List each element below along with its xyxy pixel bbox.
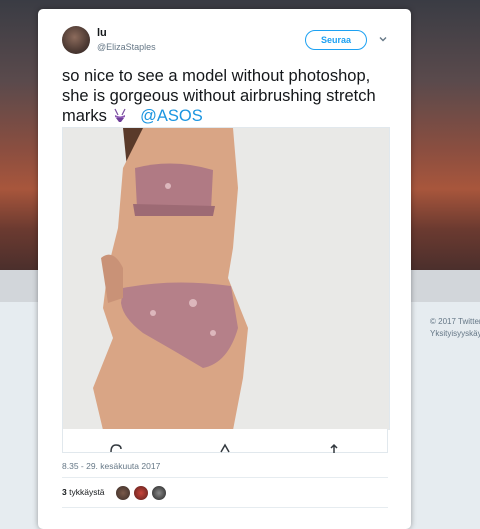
tweet-photo[interactable]: [62, 127, 390, 430]
follow-button[interactable]: Seuraa: [305, 30, 367, 50]
retweet-icon[interactable]: [219, 443, 233, 453]
likes-summary[interactable]: 3 tykkäystä: [62, 487, 105, 497]
divider: [62, 507, 388, 508]
page-footer: © 2017 Twitter Yksityisyyskäyt...: [430, 316, 480, 340]
photo-action-bar: [62, 429, 388, 453]
bikini-emoji-icon: [113, 108, 126, 122]
author-handle[interactable]: @ElizaStaples: [97, 42, 156, 52]
footer-copyright: © 2017 Twitter: [430, 317, 480, 326]
footer-privacy-link[interactable]: Yksityisyyskäyt...: [430, 328, 480, 340]
avatar[interactable]: [62, 26, 90, 54]
mention-link[interactable]: @ASOS: [140, 107, 203, 125]
avatar[interactable]: [115, 485, 131, 501]
tweet-text: so nice to see a model without photoshop…: [62, 66, 392, 126]
photo-illustration: [63, 128, 389, 430]
likes-count: 3: [62, 487, 67, 497]
tweet-modal: lu @ElizaStaples Seuraa so nice to see a…: [38, 9, 411, 529]
tweet-text-body: so nice to see a model without photoshop…: [62, 67, 376, 125]
reply-icon[interactable]: [109, 443, 123, 453]
liker-avatars: [115, 485, 169, 501]
likes-label: tykkäystä: [69, 487, 105, 497]
tweet-timestamp[interactable]: 8.35 - 29. kesäkuuta 2017: [62, 461, 160, 471]
avatar[interactable]: [133, 485, 149, 501]
avatar[interactable]: [151, 485, 167, 501]
divider: [62, 477, 388, 478]
share-icon[interactable]: [327, 443, 341, 453]
author-name[interactable]: lu: [97, 27, 107, 39]
chevron-down-icon[interactable]: [378, 34, 388, 44]
